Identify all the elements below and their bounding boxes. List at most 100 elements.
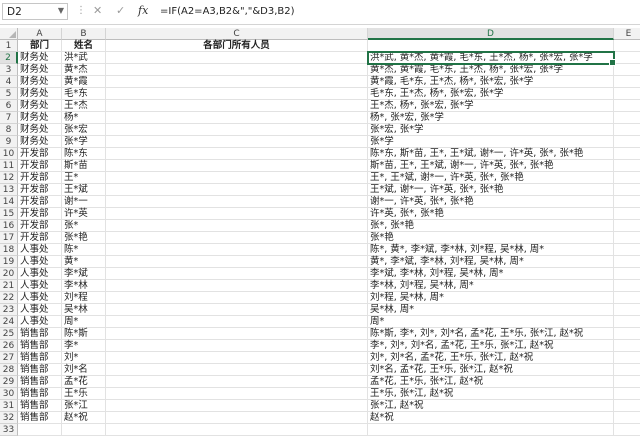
cell-e[interactable]: [614, 184, 640, 196]
cell-a[interactable]: 人事处: [18, 280, 62, 292]
cell-d[interactable]: 黄*霞, 毛*东, 王*杰, 杨*, 张*宏, 张*学: [368, 76, 614, 88]
cell-b[interactable]: 陈*东: [62, 148, 106, 160]
cell-c[interactable]: [106, 196, 368, 208]
cell-a[interactable]: 财务处: [18, 136, 62, 148]
cell-d[interactable]: 王*杰, 杨*, 张*宏, 张*学: [368, 100, 614, 112]
cell-b[interactable]: 张*宏: [62, 124, 106, 136]
cell-b[interactable]: 刘*名: [62, 364, 106, 376]
cell-b[interactable]: 李*: [62, 340, 106, 352]
cell-d[interactable]: 周*: [368, 316, 614, 328]
row-header[interactable]: 8: [0, 124, 18, 136]
cell-a[interactable]: 销售部: [18, 352, 62, 364]
row-header[interactable]: 17: [0, 232, 18, 244]
cell-a[interactable]: 开发部: [18, 220, 62, 232]
cell-d[interactable]: 刘*, 刘*名, 孟*花, 王*乐, 张*江, 赵*祝: [368, 352, 614, 364]
cell-b[interactable]: 张*江: [62, 400, 106, 412]
cell-a[interactable]: 人事处: [18, 244, 62, 256]
cell-e[interactable]: [614, 88, 640, 100]
cell-e[interactable]: [614, 232, 640, 244]
cell-e[interactable]: [614, 208, 640, 220]
cell-b[interactable]: 周*: [62, 316, 106, 328]
row-header[interactable]: 14: [0, 196, 18, 208]
column-header-a[interactable]: A: [18, 28, 62, 40]
cell-d[interactable]: 张*江, 赵*祝: [368, 400, 614, 412]
cell-c[interactable]: [106, 136, 368, 148]
header-cell-b[interactable]: 姓名: [62, 40, 106, 52]
row-header[interactable]: 1: [0, 40, 18, 52]
row-header[interactable]: 23: [0, 304, 18, 316]
cell-c[interactable]: [106, 124, 368, 136]
cell-e[interactable]: [614, 256, 640, 268]
cell-c[interactable]: [106, 388, 368, 400]
cell-d[interactable]: 陈*东, 斯*苗, 王*, 王*斌, 谢*一, 许*英, 张*, 张*艳: [368, 148, 614, 160]
cell-e[interactable]: [614, 160, 640, 172]
cell-a[interactable]: 开发部: [18, 172, 62, 184]
cell-d[interactable]: [368, 424, 614, 436]
cell-c[interactable]: [106, 148, 368, 160]
cell-e[interactable]: [614, 112, 640, 124]
cell-b[interactable]: 李*斌: [62, 268, 106, 280]
cell-e[interactable]: [614, 76, 640, 88]
cell-b[interactable]: 王*: [62, 172, 106, 184]
cell-d[interactable]: 陈*斯, 李*, 刘*, 刘*名, 孟*花, 王*乐, 张*江, 赵*祝: [368, 328, 614, 340]
cell-c[interactable]: [106, 424, 368, 436]
cell-a[interactable]: 人事处: [18, 316, 62, 328]
cell-c[interactable]: [106, 364, 368, 376]
cell-d[interactable]: 王*乐, 张*江, 赵*祝: [368, 388, 614, 400]
cell-c[interactable]: [106, 268, 368, 280]
cell-d[interactable]: 许*英, 张*, 张*艳: [368, 208, 614, 220]
cell-e[interactable]: [614, 424, 640, 436]
cell-d[interactable]: 洪*武, 黄*杰, 黄*霞, 毛*东, 王*杰, 杨*, 张*宏, 张*学: [367, 51, 616, 66]
cell-a[interactable]: 销售部: [18, 376, 62, 388]
cell-c[interactable]: [106, 88, 368, 100]
cell-d[interactable]: 陈*, 黄*, 李*斌, 李*林, 刘*程, 吴*林, 周*: [368, 244, 614, 256]
cell-e[interactable]: [614, 136, 640, 148]
cell-d[interactable]: 毛*东, 王*杰, 杨*, 张*宏, 张*学: [368, 88, 614, 100]
cell-a[interactable]: 销售部: [18, 364, 62, 376]
cancel-icon[interactable]: ✕: [93, 4, 102, 17]
row-header[interactable]: 33: [0, 424, 18, 436]
cell-b[interactable]: 陈*: [62, 244, 106, 256]
cell-d[interactable]: 李*, 刘*, 刘*名, 孟*花, 王*乐, 张*江, 赵*祝: [368, 340, 614, 352]
cell-d[interactable]: 杨*, 张*宏, 张*学: [368, 112, 614, 124]
cell-c[interactable]: [106, 292, 368, 304]
cell-a[interactable]: 开发部: [18, 160, 62, 172]
cell-e[interactable]: [614, 64, 640, 76]
enter-icon[interactable]: ✓: [116, 4, 125, 17]
cell-c[interactable]: [106, 340, 368, 352]
cell-c[interactable]: [106, 220, 368, 232]
cell-e[interactable]: [614, 328, 640, 340]
name-box[interactable]: D2 ▼: [2, 3, 68, 20]
cell-d[interactable]: 黄*杰, 黄*霞, 毛*东, 王*杰, 杨*, 张*宏, 张*学: [368, 64, 614, 76]
row-header[interactable]: 13: [0, 184, 18, 196]
cell-a[interactable]: 财务处: [18, 124, 62, 136]
cell-a[interactable]: 销售部: [18, 412, 62, 424]
cell-c[interactable]: [106, 352, 368, 364]
cell-a[interactable]: [18, 424, 62, 436]
cell-b[interactable]: 黄*杰: [62, 64, 106, 76]
cell-c[interactable]: [106, 52, 368, 64]
cell-e[interactable]: [614, 40, 640, 52]
cell-e[interactable]: [614, 400, 640, 412]
cell-d[interactable]: 张*, 张*艳: [368, 220, 614, 232]
column-header-e[interactable]: E: [614, 28, 640, 40]
cell-d[interactable]: 李*林, 刘*程, 吴*林, 周*: [368, 280, 614, 292]
row-header[interactable]: 30: [0, 388, 18, 400]
row-header[interactable]: 29: [0, 376, 18, 388]
cell-e[interactable]: [614, 292, 640, 304]
cell-a[interactable]: 开发部: [18, 208, 62, 220]
cell-c[interactable]: [106, 172, 368, 184]
cell-a[interactable]: 财务处: [18, 88, 62, 100]
cell-c[interactable]: [106, 112, 368, 124]
cell-e[interactable]: [614, 280, 640, 292]
cell-c[interactable]: [106, 328, 368, 340]
cell-b[interactable]: 谢*一: [62, 196, 106, 208]
cell-d[interactable]: 王*斌, 谢*一, 许*英, 张*, 张*艳: [368, 184, 614, 196]
cell-a[interactable]: 财务处: [18, 64, 62, 76]
cell-b[interactable]: 王*斌: [62, 184, 106, 196]
cell-a[interactable]: 销售部: [18, 400, 62, 412]
cell-c[interactable]: [106, 304, 368, 316]
row-header[interactable]: 19: [0, 256, 18, 268]
cell-e[interactable]: [614, 148, 640, 160]
cell-c[interactable]: [106, 100, 368, 112]
